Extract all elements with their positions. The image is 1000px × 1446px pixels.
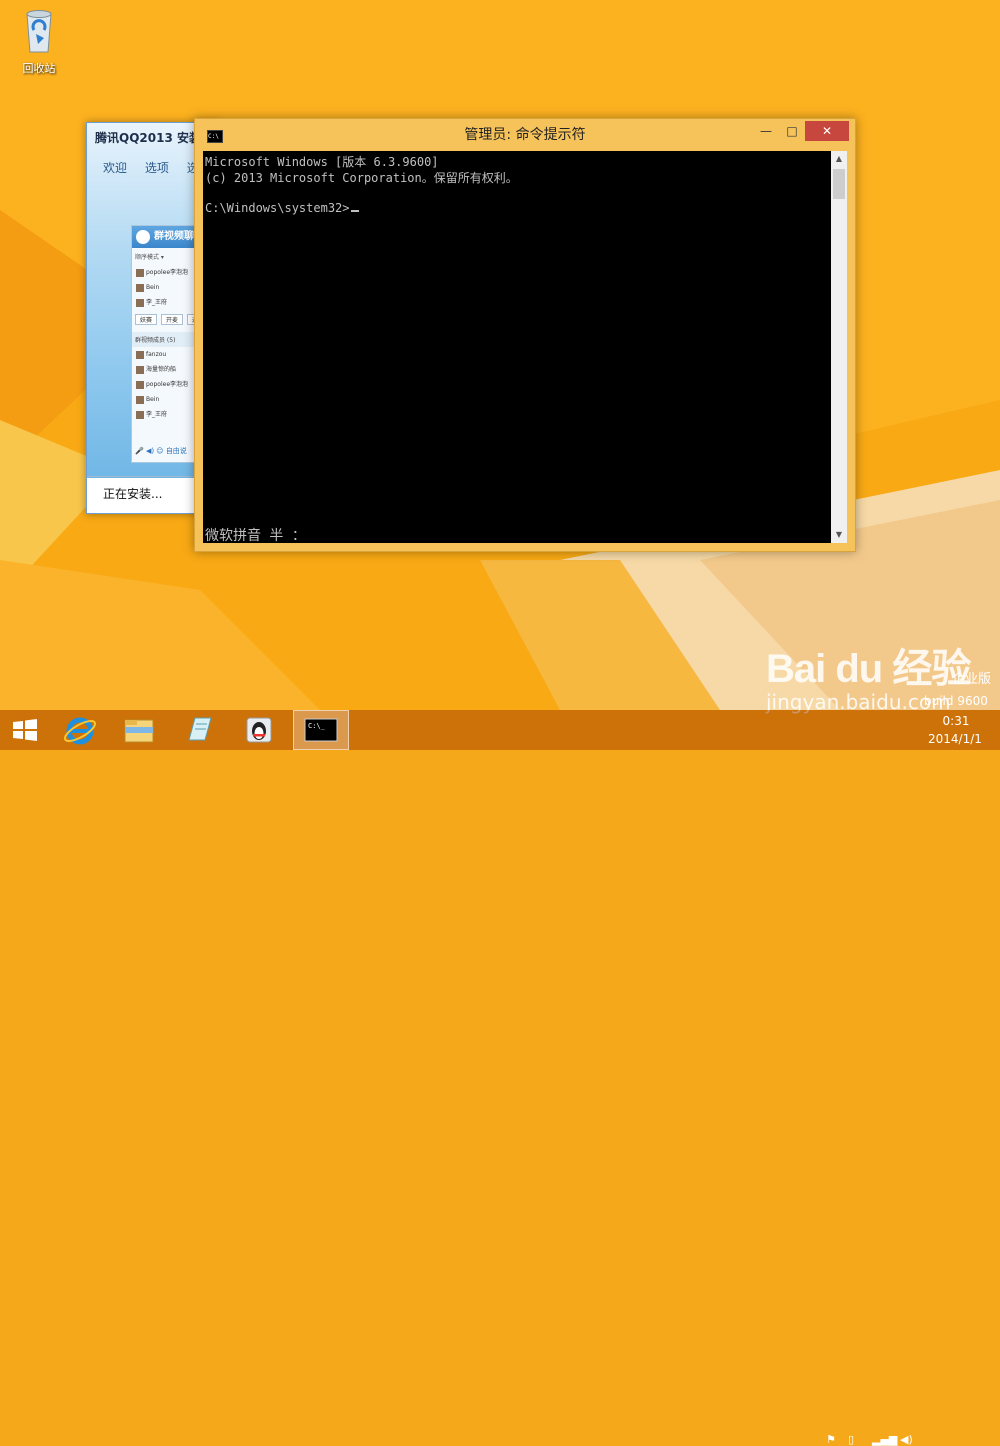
vertical-scrollbar[interactable]: ▲ ▼: [831, 151, 847, 543]
avatar: [136, 410, 144, 419]
command-prompt-icon: C:\_: [304, 718, 338, 742]
taskbar-qq[interactable]: [231, 710, 287, 750]
console-line: Microsoft Windows [版本 6.3.9600]: [205, 155, 439, 169]
console-prompt: C:\Windows\system32>: [205, 201, 359, 215]
start-button[interactable]: [0, 710, 50, 750]
close-button[interactable]: ✕: [805, 121, 849, 141]
power-icon[interactable]: ▯: [848, 1433, 854, 1446]
internet-explorer-icon: [63, 717, 97, 745]
build-label: build 9600: [924, 694, 988, 708]
avatar: [136, 268, 144, 277]
taskbar-command-prompt[interactable]: C:\_: [293, 710, 349, 750]
avatar: [136, 350, 144, 359]
notepad-icon: [188, 717, 212, 741]
console-line: (c) 2013 Microsoft Corporation。保留所有权利。: [205, 171, 518, 185]
avatar: [136, 298, 144, 307]
tab-welcome[interactable]: 欢迎: [103, 161, 127, 175]
scroll-up-icon[interactable]: ▲: [831, 151, 847, 167]
command-prompt-window[interactable]: C:\ 管理员: 命令提示符 — □ ✕ Microsoft Windows […: [194, 118, 856, 552]
text-cursor: [350, 210, 359, 212]
installer-title: 腾讯QQ2013 安装: [95, 131, 201, 145]
watermark-brand: Bai du 经验: [766, 647, 971, 691]
prompt-text: C:\Windows\system32>: [205, 201, 350, 215]
tab-options[interactable]: 选项: [145, 161, 169, 175]
install-status: 正在安装...: [103, 487, 163, 501]
scroll-thumb[interactable]: [833, 169, 845, 199]
taskbar-notepad[interactable]: [171, 710, 227, 750]
taskbar-internet-explorer[interactable]: [52, 710, 108, 750]
edition-label: 企业版: [952, 672, 992, 687]
minimize-button[interactable]: —: [753, 121, 779, 141]
maximize-button[interactable]: □: [779, 121, 805, 141]
volume-icon[interactable]: ◀): [900, 1433, 913, 1446]
recycle-bin-shortcut[interactable]: 回收站: [10, 6, 68, 76]
console-output[interactable]: Microsoft Windows [版本 6.3.9600] (c) 2013…: [203, 151, 831, 544]
avatar: [136, 365, 144, 374]
preview-toolbar: 🎤 ◀) ☺ 自由说: [135, 447, 187, 455]
recycle-bin-label: 回收站: [22, 62, 56, 75]
avatar: [136, 380, 144, 389]
folder-icon: [124, 719, 154, 743]
flag-icon[interactable]: ⚑: [826, 1433, 836, 1446]
qq-penguin-icon: [246, 717, 272, 743]
ime-status: 微软拼音 半 ：: [205, 528, 306, 544]
svg-text:C:\_: C:\_: [308, 722, 326, 730]
network-icon[interactable]: ▂▄▆: [872, 1433, 897, 1446]
clock-date[interactable]: 2014/1/1: [928, 732, 982, 746]
avatar: [136, 395, 144, 404]
windows-logo-icon: [13, 719, 37, 741]
taskbar: C:\_ ⚑ ▯ ▂▄▆ ◀): [0, 710, 1000, 1446]
cmd-titlebar[interactable]: C:\ 管理员: 命令提示符 — □ ✕: [195, 119, 855, 151]
clock-time[interactable]: 0:31: [938, 714, 974, 728]
scroll-down-icon[interactable]: ▼: [831, 527, 847, 543]
taskbar-file-explorer[interactable]: [111, 710, 167, 750]
recycle-bin-icon: [26, 10, 52, 53]
avatar: [136, 283, 144, 292]
